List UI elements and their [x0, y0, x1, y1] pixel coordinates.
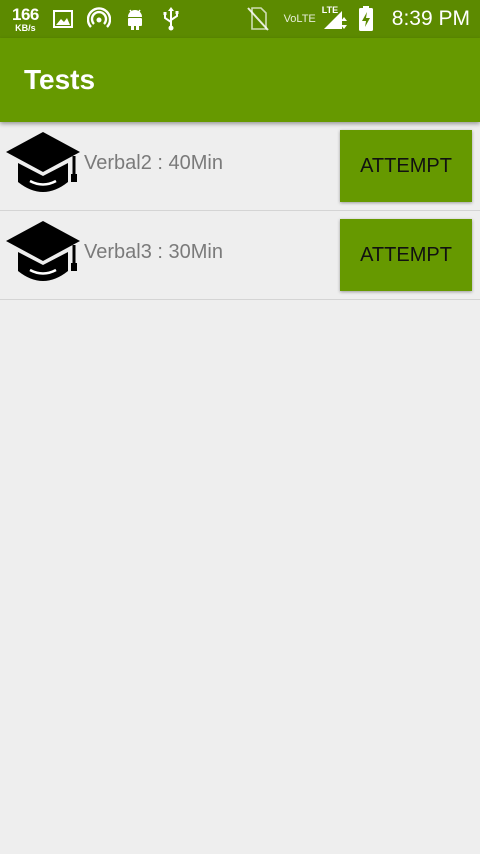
test-label: Verbal3 : 30Min	[84, 241, 223, 263]
android-icon	[123, 7, 147, 31]
net-speed-unit: KB/s	[15, 22, 36, 33]
status-right: VoLTE LTE 8:39 PM	[246, 4, 470, 34]
hotspot-icon	[86, 7, 111, 31]
net-speed-value: 166	[12, 4, 39, 24]
graduation-cap-icon	[6, 132, 80, 192]
app-bar: Tests	[0, 38, 480, 122]
usb-icon	[159, 7, 183, 31]
no-sim-icon	[246, 7, 270, 31]
test-label: Verbal2 : 40Min	[84, 152, 223, 174]
status-time: 8:39 PM	[391, 7, 470, 30]
page-title: Tests	[24, 64, 96, 95]
list-item: Verbal2 : 40Min ATTEMPT	[0, 122, 480, 211]
attempt-button[interactable]: ATTEMPT	[340, 219, 472, 291]
graduation-cap-icon	[6, 221, 80, 281]
image-icon	[51, 7, 75, 31]
volte-label: VoLTE	[283, 13, 316, 25]
status-bar: 166 KB/s VoLTE LTE 8:39 PM	[0, 0, 480, 38]
battery-charging-icon	[354, 6, 378, 31]
status-left: 166 KB/s	[12, 4, 183, 34]
attempt-button[interactable]: ATTEMPT	[340, 130, 472, 202]
network-speed: 166 KB/s	[12, 6, 39, 33]
list-item: Verbal3 : 30Min ATTEMPT	[0, 211, 480, 300]
tests-list: Verbal2 : 40Min ATTEMPT Verbal3 : 30Min …	[0, 122, 480, 300]
signal-icon: LTE	[322, 5, 348, 31]
